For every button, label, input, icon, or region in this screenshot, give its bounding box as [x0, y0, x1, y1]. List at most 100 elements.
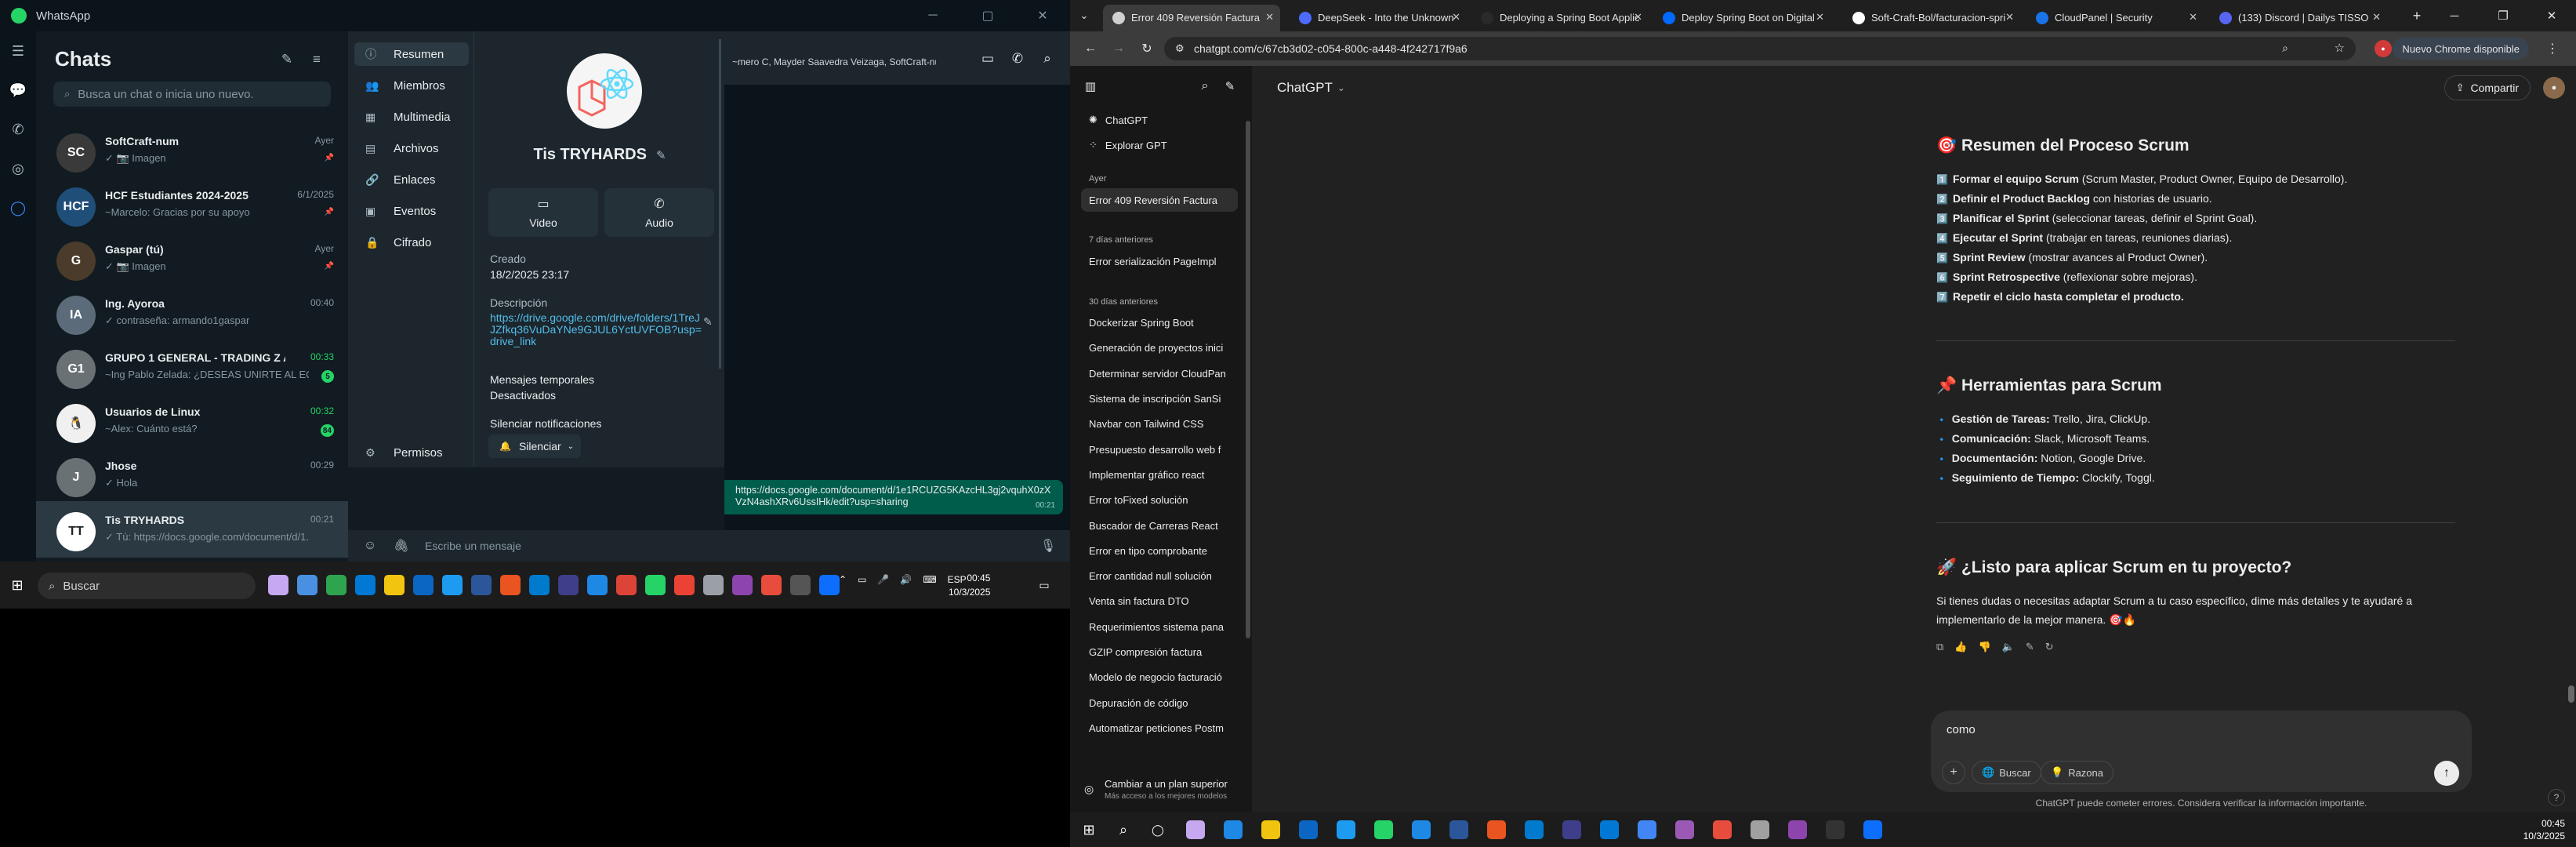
taskbar-app-icon[interactable] — [1525, 820, 1544, 839]
keyboard-icon[interactable]: ⌨ — [923, 574, 936, 585]
edit-icon[interactable]: ✎ — [656, 148, 666, 162]
windows-start-icon[interactable]: ⊞ — [1079, 820, 1098, 839]
sidebar-item-explore-gpts[interactable]: ⁘ Explorar GPT — [1081, 133, 1238, 157]
composer-input[interactable]: como — [1947, 723, 1976, 736]
taskbar-app-icon[interactable] — [703, 575, 724, 595]
taskbar-app-icon[interactable] — [587, 575, 608, 595]
taskbar-app-icon[interactable] — [471, 575, 492, 595]
thumbs-down-icon[interactable]: 👎 — [1978, 641, 1990, 653]
sidebar-item-chatgpt[interactable]: ✺ ChatGPT — [1081, 108, 1238, 132]
chat-list-item[interactable]: HCF HCF Estudiantes 2024-2025 ~Marcelo: Gr… — [36, 176, 348, 233]
browser-tab[interactable]: CloudPanel | Security ✕ — [2026, 5, 2204, 31]
tab-search-icon[interactable]: ⌄ — [1076, 8, 1092, 24]
taskbar-app-icon[interactable] — [616, 575, 637, 595]
info-nav-item[interactable]: ⚙ Permisos — [354, 441, 469, 464]
sidebar-history-item[interactable]: Venta sin factura DTO — [1081, 590, 1238, 613]
forward-icon[interactable]: → — [1109, 39, 1128, 58]
clock[interactable]: 00:45 10/3/2025 — [2523, 817, 2565, 842]
tab-close-icon[interactable]: ✕ — [1634, 11, 1642, 24]
tab-close-icon[interactable]: ✕ — [2372, 11, 2381, 24]
taskbar-app-icon[interactable] — [1675, 820, 1694, 839]
help-icon[interactable]: ? — [2548, 789, 2565, 806]
info-scrollbar[interactable] — [719, 39, 721, 369]
taskbar-app-icon[interactable] — [732, 575, 753, 595]
chrome-menu-icon[interactable]: ⋮ — [2543, 39, 2562, 58]
taskbar-app-icon[interactable] — [1713, 820, 1732, 839]
close-icon[interactable]: ✕ — [2527, 0, 2576, 31]
emoji-icon[interactable]: ☺ — [361, 536, 379, 555]
site-info-icon[interactable]: ⚙ — [1175, 42, 1185, 55]
mic-icon[interactable]: 🎤 — [877, 574, 889, 585]
sidebar-history-item[interactable]: Depuración de código — [1081, 691, 1238, 714]
zoom-icon[interactable]: ⌕ — [2282, 42, 2288, 55]
battery-icon[interactable]: ▭ — [858, 574, 866, 585]
browser-tab[interactable]: Error 409 Reversión Factura ✕ — [1103, 5, 1280, 31]
sidebar-history-item[interactable]: Automatizar peticiones Postm — [1081, 716, 1238, 740]
main-scrollbar[interactable] — [2568, 685, 2574, 703]
taskbar-app-icon[interactable] — [1224, 820, 1243, 839]
info-nav-item[interactable]: 🔗 Enlaces — [354, 168, 469, 191]
taskbar-app-icon[interactable] — [558, 575, 579, 595]
taskbar-app-icon[interactable] — [645, 575, 666, 595]
sidebar-history-item[interactable]: Error en tipo comprobante — [1081, 539, 1238, 562]
taskbar-app-icon[interactable] — [1374, 820, 1393, 839]
taskbar-app-icon[interactable] — [355, 575, 376, 595]
taskbar-app-icon[interactable] — [1600, 820, 1619, 839]
sidebar-toggle-icon[interactable]: ▥ — [1081, 77, 1100, 96]
copy-icon[interactable]: ⧉ — [1936, 641, 1943, 653]
taskbar-app-icon[interactable] — [674, 575, 695, 595]
volume-icon[interactable]: 🔊 — [900, 574, 912, 585]
sidebar-history-item[interactable]: Error 409 Reversión Factura — [1081, 188, 1238, 212]
attach-plus-icon[interactable]: + — [1942, 761, 1965, 784]
windows-start-icon[interactable]: ⊞ — [8, 576, 27, 594]
taskbar-app-icon[interactable] — [529, 575, 550, 595]
share-button[interactable]: ⇪ Compartir — [2444, 75, 2531, 100]
calls-icon[interactable]: ✆ — [0, 110, 36, 149]
new-tab-icon[interactable]: + — [2409, 8, 2425, 24]
close-icon[interactable]: ✕ — [1015, 0, 1070, 31]
sidebar-history-item[interactable]: Error cantidad null solución — [1081, 565, 1238, 588]
taskbar-app-icon[interactable] — [500, 575, 521, 595]
edit-description-icon[interactable]: ✎ — [703, 315, 713, 329]
sidebar-history-item[interactable]: Error serialización PageImpl — [1081, 249, 1238, 273]
video-call-button[interactable]: ▭ Video — [488, 188, 598, 237]
taskbar-app-icon[interactable] — [819, 575, 840, 595]
taskbar-app-icon[interactable] — [297, 575, 317, 595]
back-icon[interactable]: ← — [1081, 39, 1100, 58]
maximize-icon[interactable]: ▢ — [960, 0, 1015, 31]
sidebar-history-item[interactable]: Modelo de negocio facturació — [1081, 666, 1238, 689]
video-call-icon[interactable]: ▭ — [973, 47, 1003, 71]
sidebar-history-item[interactable]: Dockerizar Spring Boot — [1081, 311, 1238, 335]
clock[interactable]: 00:45 10/3/2025 — [949, 571, 990, 599]
browser-tab[interactable]: (133) Discord | Dailys TISSO ✕ — [2210, 5, 2387, 31]
info-nav-item[interactable]: ⓘ Resumen — [354, 42, 469, 66]
message-bubble[interactable]: https://docs.google.com/document/d/1e1RC… — [724, 480, 1063, 514]
taskbar-app-icon[interactable] — [790, 575, 811, 595]
sidebar-scrollbar[interactable] — [1246, 121, 1250, 638]
info-nav-item[interactable]: ▦ Multimedia — [354, 105, 469, 129]
sidebar-history-item[interactable]: Navbar con Tailwind CSS — [1081, 413, 1238, 436]
audio-call-button[interactable]: ✆ Audio — [604, 188, 714, 237]
minimize-icon[interactable]: ─ — [905, 0, 960, 31]
microphone-icon[interactable]: 🎙 — [1039, 536, 1058, 555]
taskbar-app-icon[interactable] — [1412, 820, 1431, 839]
taskbar-app-icon[interactable] — [1261, 820, 1280, 839]
address-bar[interactable]: ⚙ chatgpt.com/c/67cb3d02-c054-800c-a448-… — [1164, 37, 2356, 60]
info-nav-item[interactable]: ▣ Eventos — [354, 199, 469, 223]
taskbar-app-icon[interactable] — [1863, 820, 1882, 839]
edit-canvas-icon[interactable]: ✎ — [2026, 641, 2034, 653]
taskbar-app-icon[interactable] — [761, 575, 782, 595]
menu-icon[interactable]: ☰ — [0, 31, 36, 71]
taskbar-app-icon[interactable] — [384, 575, 405, 595]
chat-list-item[interactable]: G1 GRUPO 1 GENERAL - TRADING Z ACADE... ~I… — [36, 339, 348, 395]
tab-close-icon[interactable]: ✕ — [2005, 11, 2014, 24]
taskbar-app-icon[interactable] — [1638, 820, 1656, 839]
regenerate-icon[interactable]: ↻ — [2045, 641, 2054, 653]
taskbar-app-icon[interactable] — [1487, 820, 1506, 839]
chat-list-item[interactable]: 🐧 Usuarios de Linux ~Alex: Cuánto está? 00:… — [36, 393, 348, 449]
attach-icon[interactable]: 🖇 — [392, 536, 411, 555]
notifications-icon[interactable]: ▭ — [1035, 576, 1054, 594]
taskbar-app-icon[interactable] — [1337, 820, 1355, 839]
new-chat-icon[interactable]: ✎ — [1221, 77, 1239, 96]
taskbar-app-icon[interactable] — [442, 575, 463, 595]
